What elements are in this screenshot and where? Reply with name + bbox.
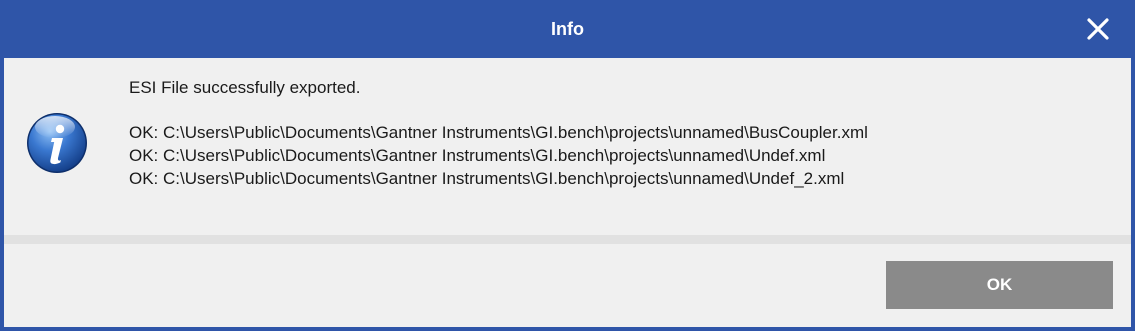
dialog-title: Info [551, 19, 584, 39]
ok-button[interactable]: OK [886, 261, 1113, 309]
title-bar[interactable]: Info [0, 0, 1135, 58]
result-line: OK: C:\Users\Public\Documents\Gantner In… [129, 123, 868, 142]
message-text: ESI File successfully exported. OK: C:\U… [129, 76, 868, 190]
close-icon[interactable] [1083, 14, 1113, 44]
info-dialog: Info ESI File successfully exported. OK:… [0, 0, 1135, 331]
message-area: ESI File successfully exported. OK: C:\U… [4, 58, 1131, 235]
info-icon [25, 111, 89, 175]
message-headline: ESI File successfully exported. [129, 78, 361, 97]
button-bar: OK [4, 244, 1131, 327]
result-line: OK: C:\Users\Public\Documents\Gantner In… [129, 146, 826, 165]
result-line: OK: C:\Users\Public\Documents\Gantner In… [129, 169, 845, 188]
separator [4, 235, 1131, 244]
